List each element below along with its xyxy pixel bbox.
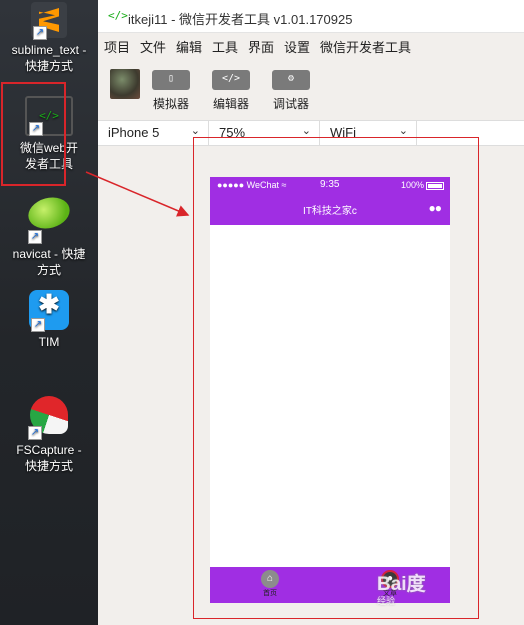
annotation-arrow [85,171,190,217]
watermark: Bai度 经验 [377,569,426,607]
watermark-text: Bai度 [377,574,426,595]
watermark-sub: 经验 [377,596,396,606]
